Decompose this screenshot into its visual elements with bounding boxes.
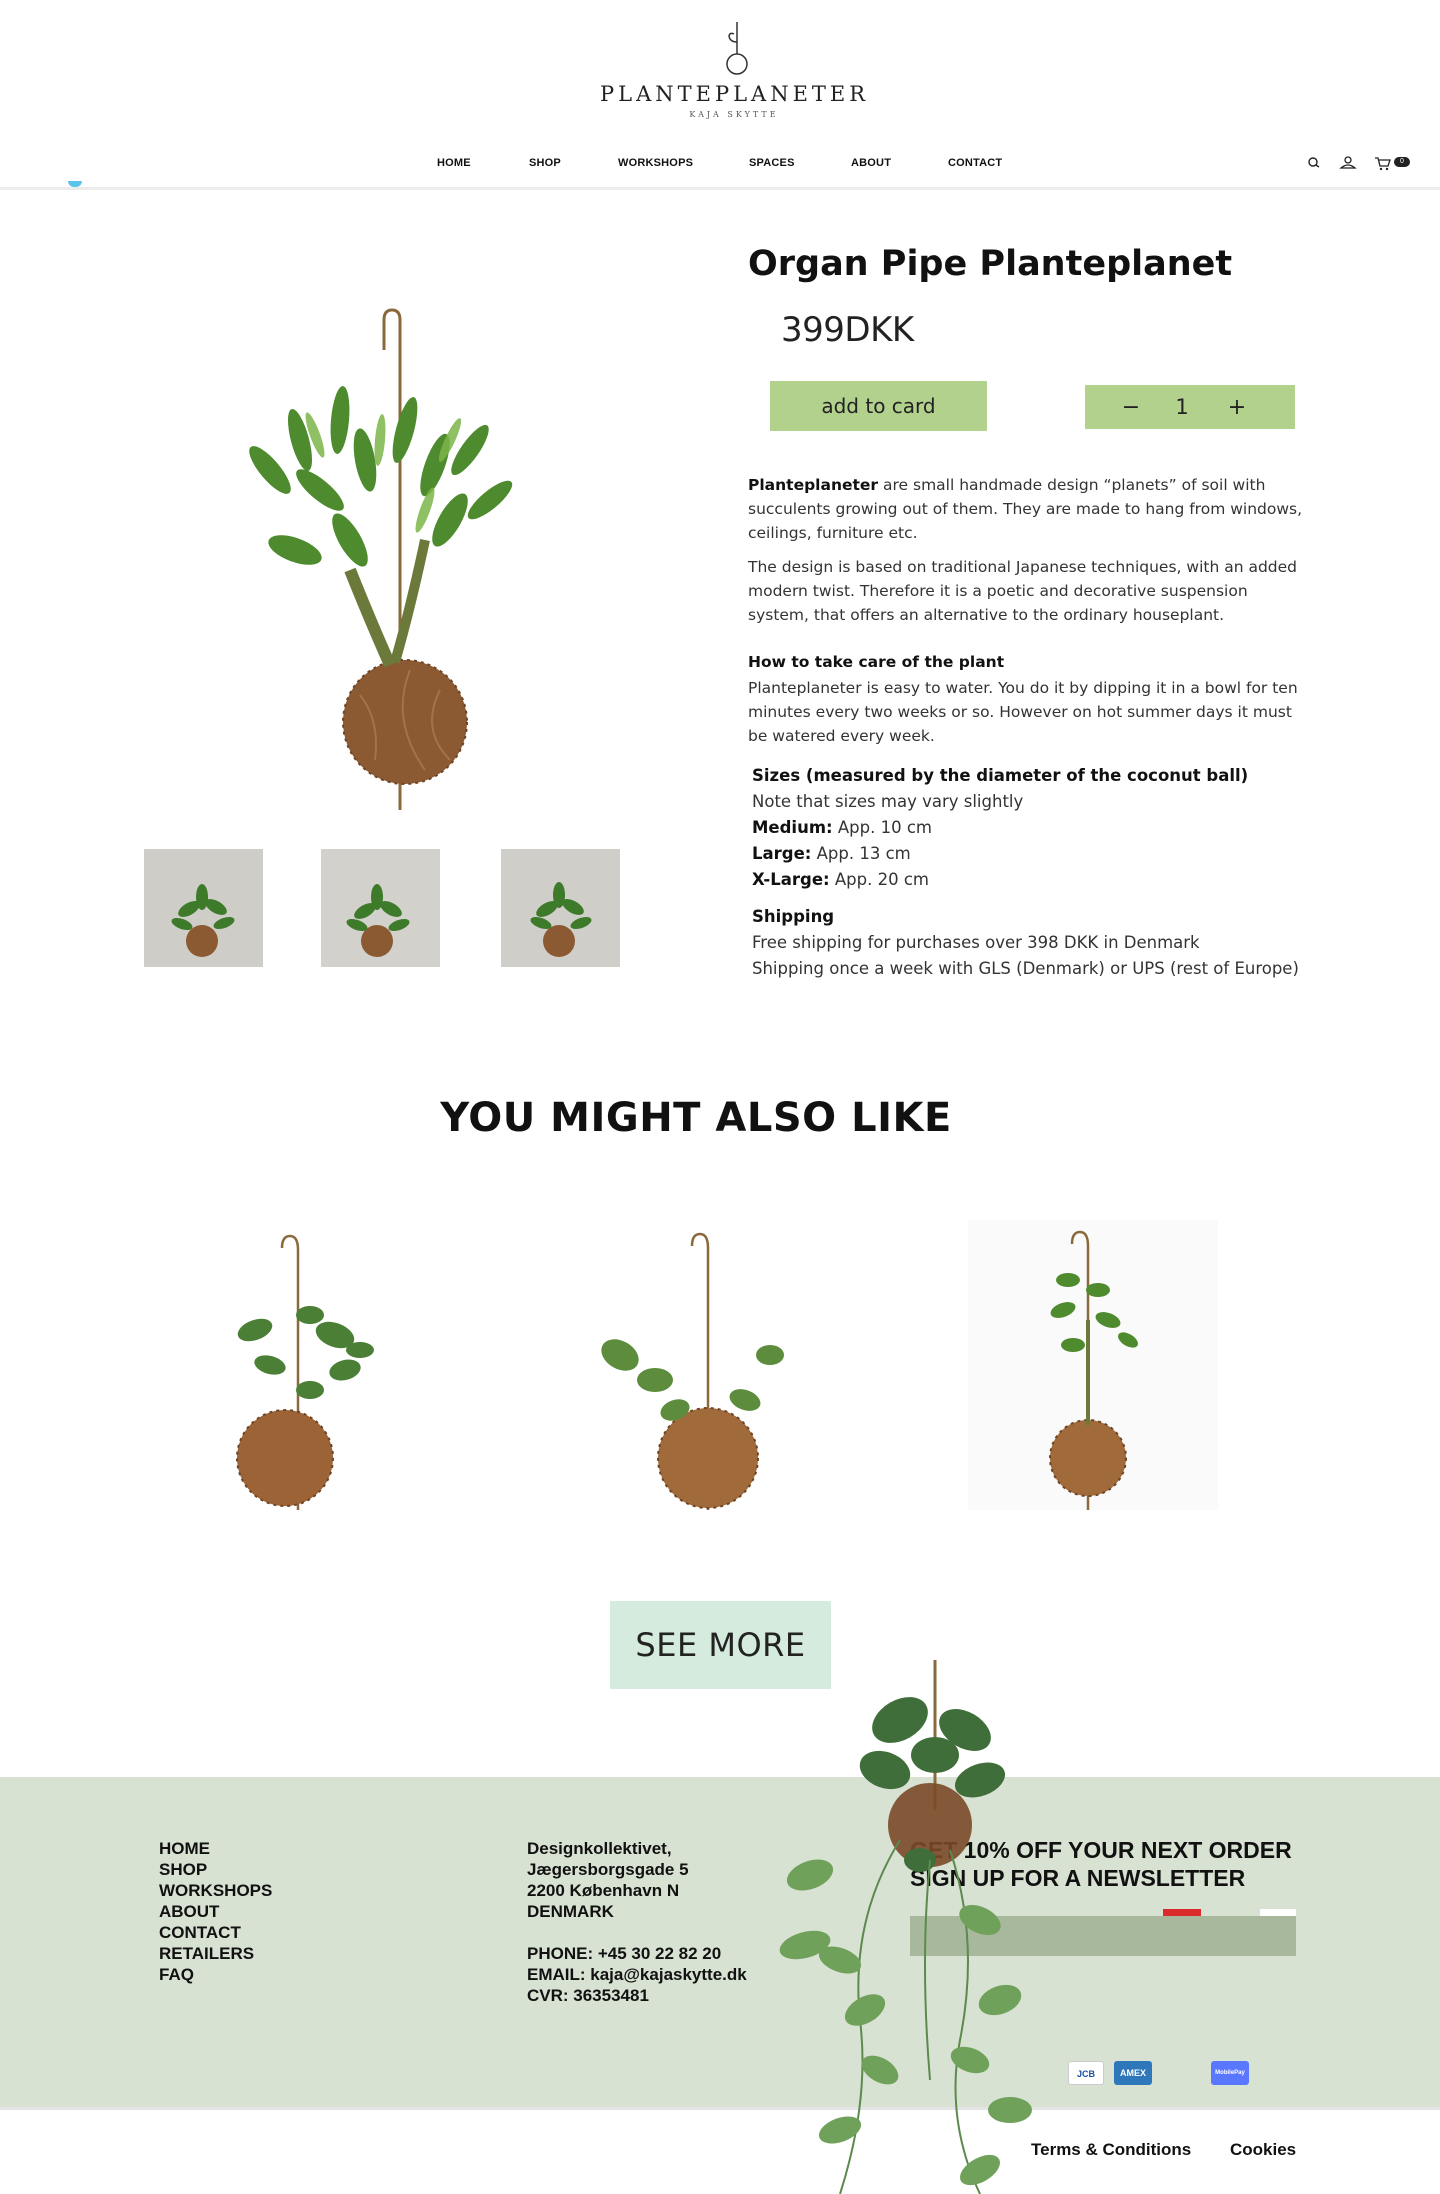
product-title: Organ Pipe Planteplanet (748, 244, 1233, 284)
shipping-line: Free shipping for purchases over 398 DKK… (752, 933, 1200, 952)
decorative-chip (1260, 1909, 1296, 1916)
footer-address: Designkollektivet, Jægersborgsgade 5 220… (527, 1838, 847, 2006)
footer-link-about[interactable]: ABOUT (159, 1901, 359, 1922)
size-medium: Medium: App. 10 cm (752, 818, 932, 837)
planet-logo-icon (726, 22, 748, 75)
newsletter-heading: GET 10% OFF YOUR NEXT ORDER SIGN UP FOR … (910, 1836, 1310, 1892)
add-to-cart-button[interactable]: add to card (770, 381, 987, 431)
cvr-line: CVR: 36353481 (527, 1986, 649, 2005)
quantity-stepper: − 1 + (1085, 385, 1295, 429)
email-line[interactable]: EMAIL: kaja@kajaskytte.dk (527, 1964, 847, 1985)
brand-logo[interactable]: PLANTEPLANETER KAJA SKYTTE (600, 20, 868, 130)
size-large: Large: App. 13 cm (752, 844, 911, 863)
terms-link[interactable]: Terms & Conditions (1031, 2140, 1191, 2160)
product-intro: Planteplaneter are small handmade design… (748, 473, 1308, 545)
footer-link-contact[interactable]: CONTACT (159, 1922, 359, 1943)
footer-link-home[interactable]: HOME (159, 1838, 359, 1859)
see-more-button[interactable]: SEE MORE (610, 1601, 831, 1689)
newsletter-line: SIGN UP FOR A NEWSLETTER (910, 1865, 1246, 1891)
jcb-payment-icon: JCB (1068, 2061, 1104, 2085)
product-thumbnail[interactable] (501, 849, 620, 967)
product-design-text: The design is based on traditional Japan… (748, 558, 1298, 624)
address-line: DENMARK (527, 1902, 614, 1921)
cookies-link[interactable]: Cookies (1230, 2140, 1296, 2160)
product-thumbnail[interactable] (144, 849, 263, 967)
recommended-product-card[interactable] (580, 1220, 830, 1520)
brand-name: PLANTEPLANETER (600, 82, 870, 106)
sizes-note: Note that sizes may vary slightly (752, 792, 1024, 811)
recommended-product-card[interactable] (160, 1220, 410, 1520)
main-navigation: HOME SHOP WORKSHOPS SPACES ABOUT CONTACT (0, 157, 1440, 177)
user-icon[interactable] (1338, 154, 1358, 172)
quantity-increase-button[interactable]: + (1215, 385, 1259, 429)
nav-contact[interactable]: CONTACT (948, 157, 1002, 169)
phone-line: PHONE: +45 30 22 82 20 (527, 1944, 722, 1963)
search-icon[interactable] (1304, 154, 1324, 172)
decorative-mark (68, 181, 82, 187)
intro-bold: Planteplaneter (748, 476, 879, 494)
shipping-heading: Shipping (752, 907, 835, 926)
recommended-product-card[interactable] (968, 1220, 1218, 1520)
footer-link-workshops[interactable]: WORKSHOPS (159, 1880, 359, 1901)
address-line: Jægersborgsgade 5 (527, 1860, 689, 1879)
size-xlarge: X-Large: App. 20 cm (752, 870, 929, 889)
decorative-chip (1163, 1909, 1201, 1916)
nav-about[interactable]: ABOUT (851, 157, 891, 169)
cart-icon[interactable] (1373, 154, 1393, 172)
care-text: Planteplaneter is easy to water. You do … (748, 679, 1298, 745)
mobilepay-payment-icon: MobilePay (1211, 2061, 1249, 2085)
care-heading: How to take care of the plant (748, 653, 1005, 671)
quantity-decrease-button[interactable]: − (1109, 385, 1153, 429)
header-icons: 0 (1300, 154, 1412, 174)
nav-home[interactable]: HOME (437, 157, 471, 169)
footer-link-retailers[interactable]: RETAILERS (159, 1943, 359, 1964)
cart-count-badge: 0 (1394, 157, 1410, 167)
product-thumbnail[interactable] (321, 849, 440, 967)
nav-workshops[interactable]: WORKSHOPS (618, 157, 693, 169)
footer-bottom-bar (0, 2107, 1440, 2194)
newsletter-line: GET 10% OFF YOUR NEXT ORDER (910, 1837, 1292, 1863)
footer-link-faq[interactable]: FAQ (159, 1964, 359, 1985)
recommendations-heading: YOU MIGHT ALSO LIKE (440, 1095, 952, 1141)
product-price: 399DKK (781, 310, 914, 350)
address-line: 2200 København N (527, 1881, 680, 1900)
footer-link-shop[interactable]: SHOP (159, 1859, 359, 1880)
brand-tagline: KAJA SKYTTE (689, 110, 779, 119)
sizes-heading: Sizes (measured by the diameter of the c… (752, 766, 1249, 785)
quantity-value[interactable]: 1 (1167, 395, 1197, 419)
footer-navigation: HOME SHOP WORKSHOPS ABOUT CONTACT RETAIL… (159, 1838, 359, 1985)
site-header: PLANTEPLANETER KAJA SKYTTE HOME SHOP WOR… (0, 0, 1440, 190)
shipping-line: Shipping once a week with GLS (Denmark) … (752, 959, 1299, 978)
nav-spaces[interactable]: SPACES (749, 157, 795, 169)
nav-shop[interactable]: SHOP (529, 157, 561, 169)
product-main-image[interactable] (150, 290, 570, 810)
amex-payment-icon: AMEX (1114, 2061, 1152, 2085)
address-line: Designkollektivet, (527, 1839, 672, 1858)
newsletter-email-input[interactable] (910, 1916, 1296, 1956)
